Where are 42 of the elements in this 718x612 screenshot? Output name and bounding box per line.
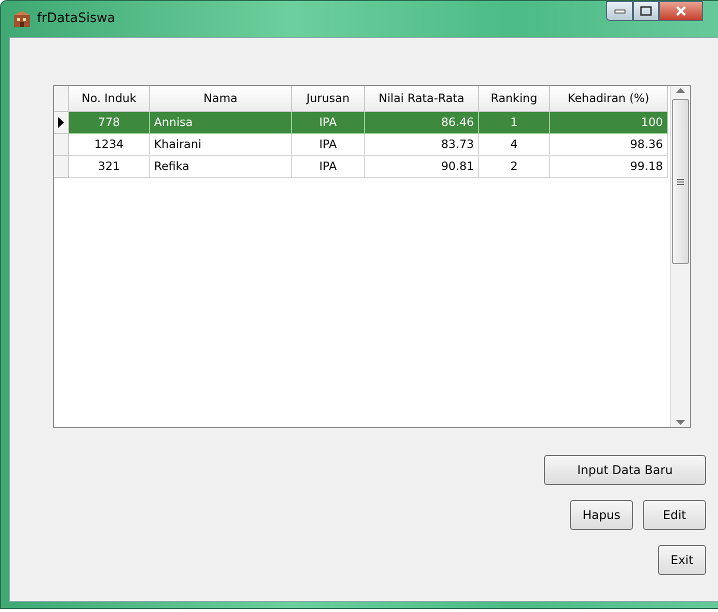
table-cell: IPA	[292, 134, 365, 156]
maximize-button[interactable]	[633, 1, 659, 21]
minimize-button[interactable]	[606, 1, 633, 21]
maximize-icon	[640, 6, 652, 16]
window-title: frDataSiswa	[37, 10, 116, 28]
table-cell: 321	[69, 156, 150, 178]
minimize-icon	[614, 8, 626, 14]
table-cell: 1234	[69, 134, 150, 156]
action-button[interactable]: Exit	[658, 545, 706, 575]
table-cell: 2	[479, 156, 550, 178]
table-cell: Annisa	[150, 112, 292, 134]
table-cell: 778	[69, 112, 150, 134]
table-cell: 100	[550, 112, 668, 134]
table-cell: 83.73	[365, 134, 479, 156]
app-icon	[13, 10, 31, 28]
table-cell: Refika	[150, 156, 292, 178]
scroll-thumb[interactable]	[672, 99, 689, 264]
column-header[interactable]: Ranking	[479, 86, 550, 112]
column-header[interactable]: Kehadiran (%)	[550, 86, 668, 112]
action-button[interactable]: Hapus	[570, 500, 633, 530]
table-cell: 4	[479, 134, 550, 156]
column-header[interactable]: No. Induk	[69, 86, 150, 112]
table-cell: IPA	[292, 156, 365, 178]
action-button[interactable]: Input Data Baru	[544, 455, 706, 485]
column-header[interactable]: Nilai Rata-Rata	[365, 86, 479, 112]
table-cell: IPA	[292, 112, 365, 134]
column-header[interactable]: Nama	[150, 86, 292, 112]
table-cell: 98.36	[550, 134, 668, 156]
action-button[interactable]: Edit	[643, 500, 706, 530]
vertical-scrollbar[interactable]	[670, 86, 690, 427]
row-header[interactable]	[54, 112, 69, 134]
table-cell: 1	[479, 112, 550, 134]
close-icon	[675, 6, 687, 16]
column-header[interactable]: Jurusan	[292, 86, 365, 112]
table-cell: 90.81	[365, 156, 479, 178]
table-cell: 99.18	[550, 156, 668, 178]
scroll-up-icon[interactable]	[676, 88, 685, 93]
scroll-down-icon[interactable]	[676, 420, 685, 425]
table-cell: 86.46	[365, 112, 479, 134]
table-cell: Khairani	[150, 134, 292, 156]
row-pointer-icon	[58, 117, 64, 128]
close-button[interactable]	[659, 1, 703, 21]
